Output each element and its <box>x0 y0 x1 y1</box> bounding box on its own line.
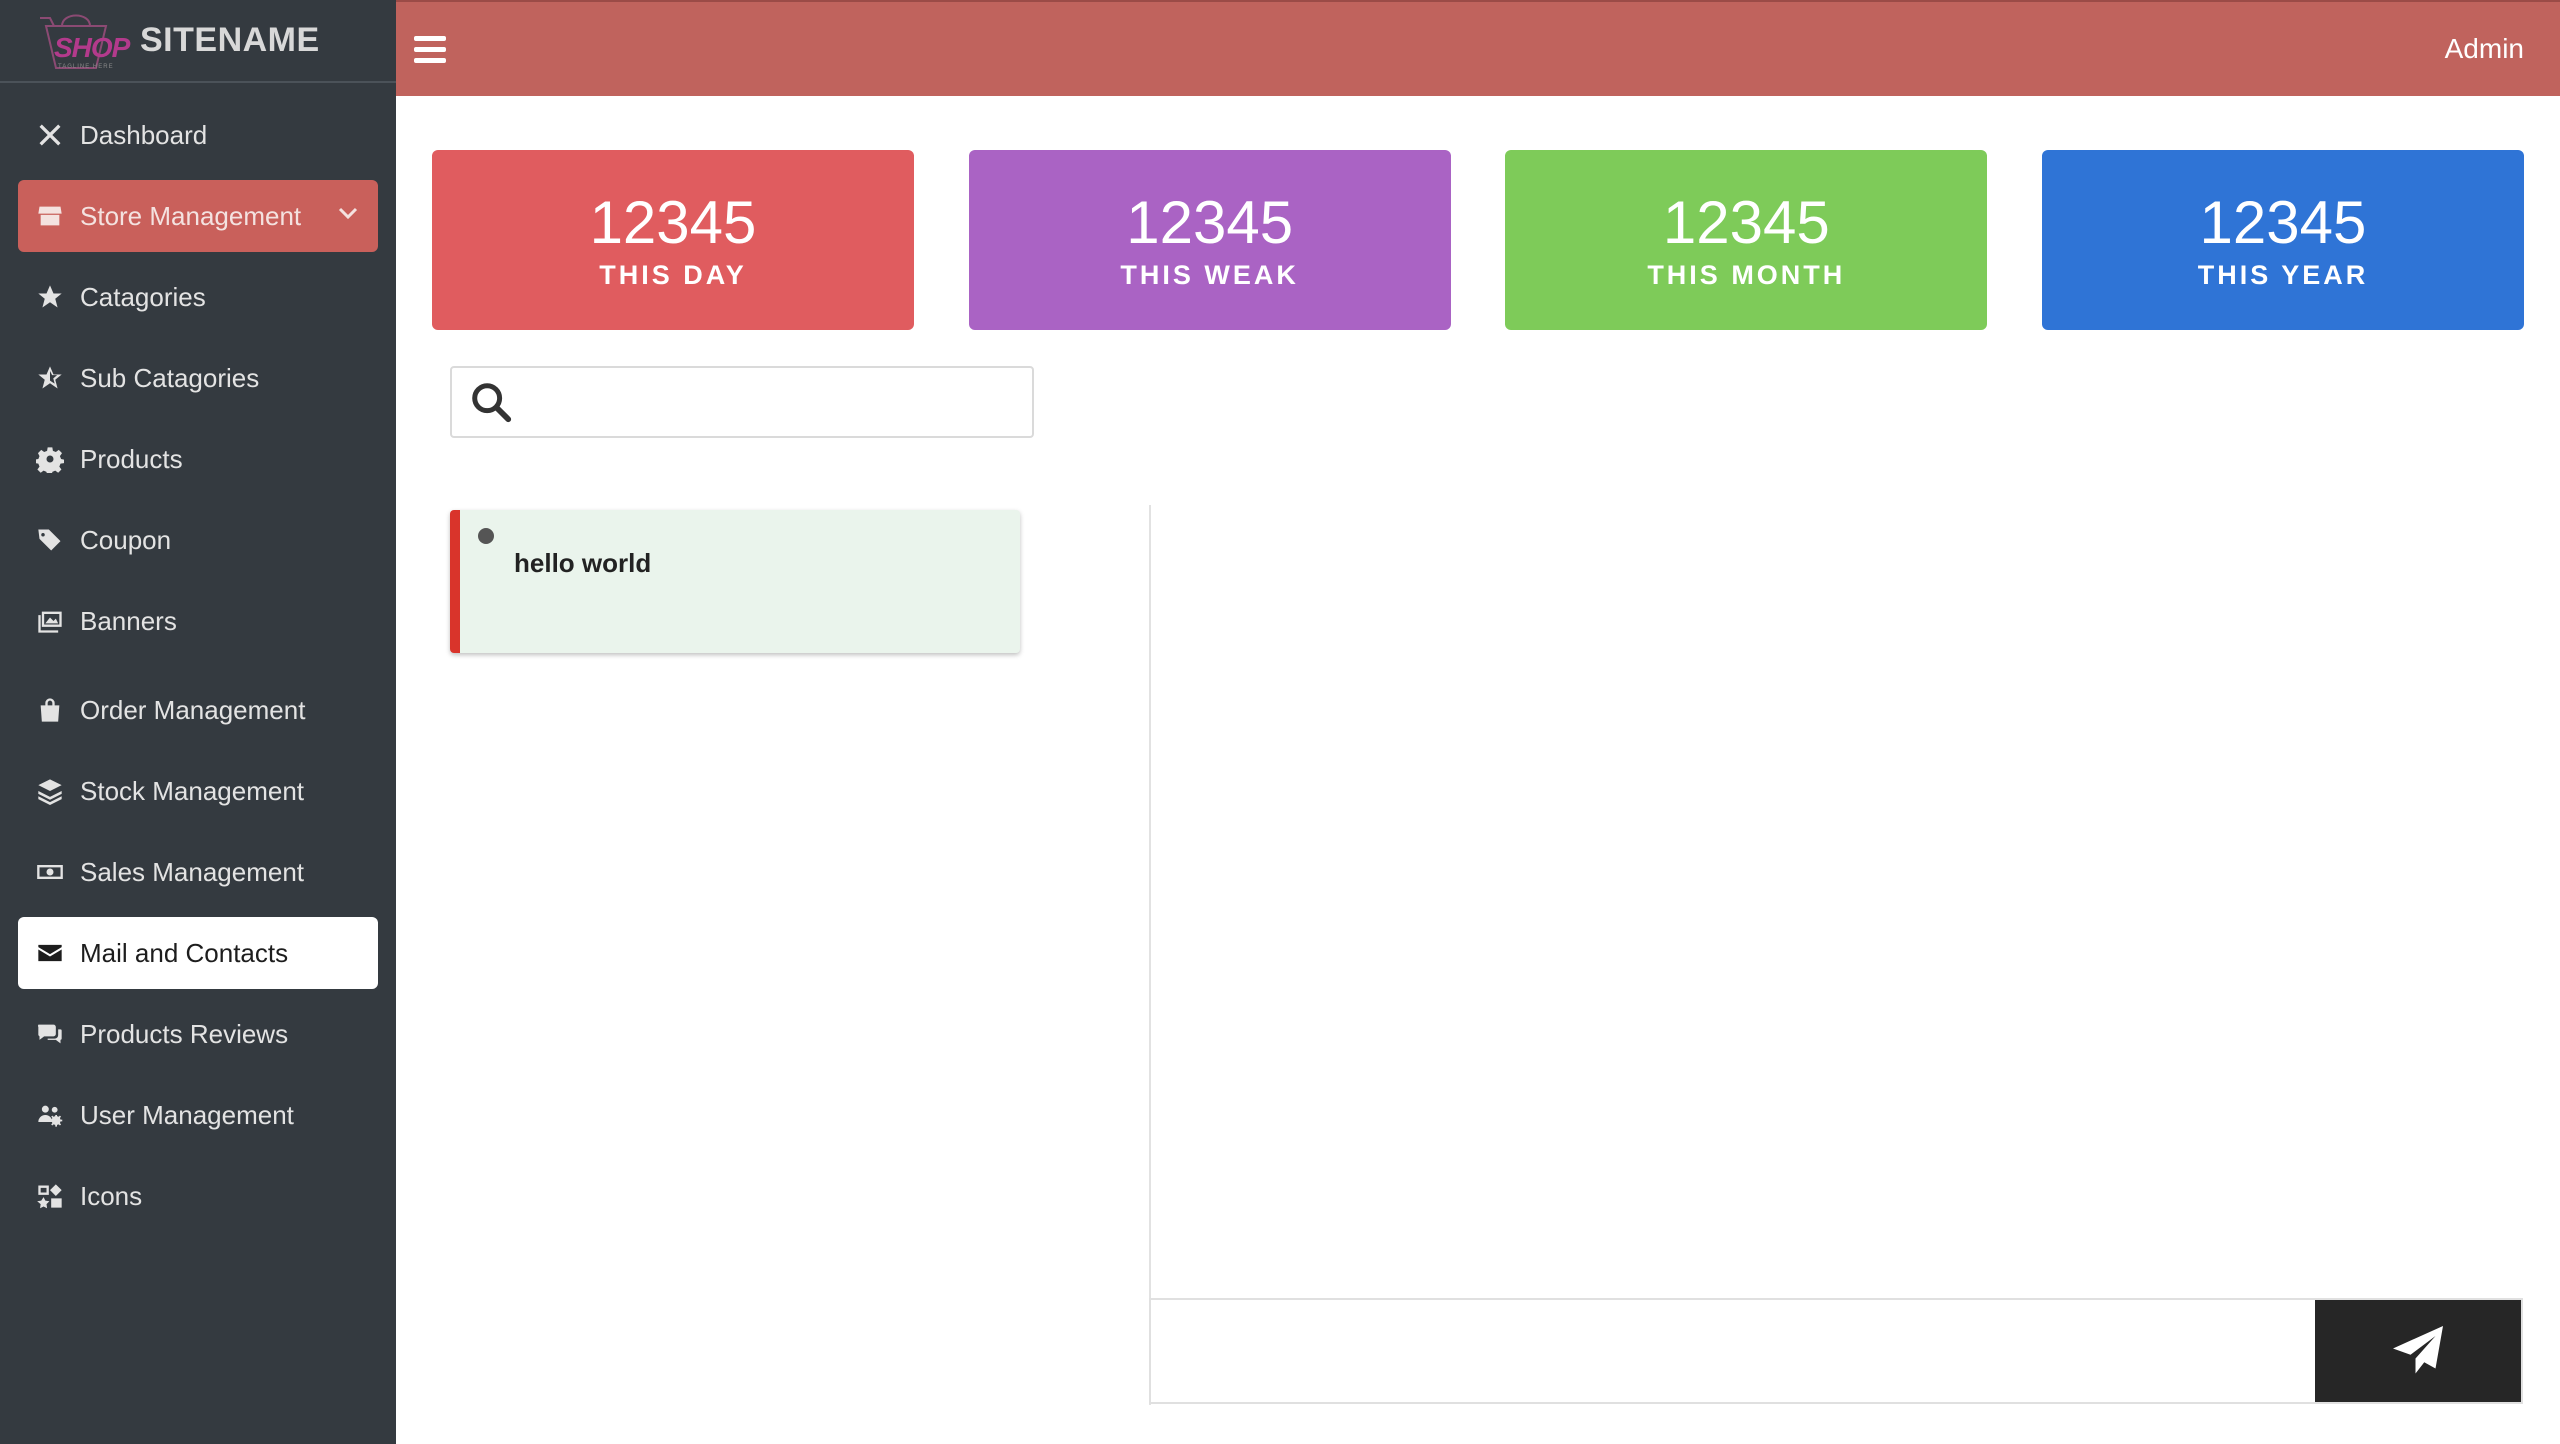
stat-card-year: 12345 THIS YEAR <box>2041 150 2524 330</box>
stat-label: THIS DAY <box>599 259 747 290</box>
hamburger-icon[interactable] <box>414 30 452 68</box>
message-list-item[interactable]: hello world <box>450 510 1020 653</box>
store-icon <box>34 200 66 232</box>
chevron-down-icon <box>336 201 360 232</box>
sidebar-item-coupon[interactable]: Coupon <box>18 504 378 576</box>
logo-tagline: TAGLINE HERE <box>58 63 114 70</box>
stat-value: 12345 <box>2199 188 2367 256</box>
comments-icon <box>34 1018 66 1050</box>
icons-icon <box>34 1180 66 1212</box>
sidebar-item-label: User Management <box>80 1099 294 1130</box>
tags-icon <box>34 524 66 556</box>
sidebar-item-label: Sub Catagories <box>80 362 260 393</box>
sidebar-item-label: Sales Management <box>80 856 305 887</box>
chat-panel-divider <box>1149 505 1151 1405</box>
star-icon <box>34 281 66 313</box>
gear-icon <box>34 443 66 475</box>
shopping-bag-icon <box>34 694 66 726</box>
sidebar-item-label: Icons <box>80 1180 143 1211</box>
brand[interactable]: SHOP TAGLINE HERE SITENAME <box>0 0 396 83</box>
search-icon[interactable] <box>468 379 514 425</box>
users-gear-icon <box>34 1099 66 1131</box>
sidebar-item-label: Store Management <box>80 200 302 231</box>
compose-bar <box>1149 1298 2523 1404</box>
sidebar: SHOP TAGLINE HERE SITENAME Dashboard Sto… <box>0 0 396 1444</box>
shop-logo: SHOP TAGLINE HERE <box>36 10 130 72</box>
sidebar-gap <box>0 666 396 674</box>
message-input[interactable] <box>1151 1300 2315 1402</box>
envelope-icon <box>34 937 66 969</box>
sidebar-item-label: Order Management <box>80 694 306 725</box>
send-button[interactable] <box>2315 1300 2521 1402</box>
sidebar-item-catagories[interactable]: Catagories <box>18 261 378 333</box>
sidebar-item-products-reviews[interactable]: Products Reviews <box>18 998 378 1070</box>
topbar: Admin <box>396 0 2560 96</box>
sidebar-item-banners[interactable]: Banners <box>18 585 378 657</box>
sidebar-item-sales-management[interactable]: Sales Management <box>18 836 378 908</box>
sidebar-item-label: Products <box>80 443 183 474</box>
sidebar-item-label: Mail and Contacts <box>80 937 289 968</box>
sidebar-item-label: Stock Management <box>80 775 305 806</box>
sidebar-item-products[interactable]: Products <box>18 423 378 495</box>
sidebar-nav: Dashboard Store Management Catagories Su… <box>0 83 396 1232</box>
money-bill-icon <box>34 856 66 888</box>
sidebar-item-user-management[interactable]: User Management <box>18 1079 378 1151</box>
layers-icon <box>34 775 66 807</box>
sidebar-item-dashboard[interactable]: Dashboard <box>18 99 378 171</box>
search-input[interactable] <box>524 372 1032 432</box>
sidebar-item-label: Dashboard <box>80 119 208 150</box>
logo-text: SHOP <box>54 31 130 63</box>
images-icon <box>34 605 66 637</box>
unread-dot-icon <box>478 528 494 544</box>
sidebar-item-stock-management[interactable]: Stock Management <box>18 755 378 827</box>
stat-value: 12345 <box>589 188 757 256</box>
sidebar-item-label: Banners <box>80 605 177 636</box>
stat-value: 12345 <box>1126 188 1294 256</box>
admin-user-menu[interactable]: Admin <box>2445 33 2524 65</box>
stat-value: 12345 <box>1662 188 1830 256</box>
tools-icon <box>34 119 66 151</box>
sidebar-item-sub-catagories[interactable]: Sub Catagories <box>18 342 378 414</box>
site-name: SITENAME <box>140 21 320 59</box>
stat-card-month: 12345 THIS MONTH <box>1505 150 1988 330</box>
sidebar-item-label: Catagories <box>80 281 206 312</box>
sidebar-item-store-management[interactable]: Store Management <box>18 180 378 252</box>
star-half-icon <box>34 362 66 394</box>
paper-plane-icon <box>2393 1326 2443 1374</box>
stats-row: 12345 THIS DAY 12345 THIS WEAK 12345 THI… <box>432 150 2524 330</box>
stat-card-week: 12345 THIS WEAK <box>968 150 1451 330</box>
stat-label: THIS MONTH <box>1647 259 1846 290</box>
sidebar-item-label: Coupon <box>80 524 172 555</box>
stat-label: THIS WEAK <box>1120 259 1299 290</box>
stat-label: THIS YEAR <box>2197 259 2369 290</box>
sidebar-item-mail-and-contacts[interactable]: Mail and Contacts <box>18 917 378 989</box>
search-box <box>450 366 1034 438</box>
stat-card-day: 12345 THIS DAY <box>432 150 914 330</box>
sidebar-item-icons[interactable]: Icons <box>18 1160 378 1232</box>
sidebar-item-label: Products Reviews <box>80 1018 289 1049</box>
message-preview: hello world <box>514 548 652 578</box>
sidebar-item-order-management[interactable]: Order Management <box>18 674 378 746</box>
